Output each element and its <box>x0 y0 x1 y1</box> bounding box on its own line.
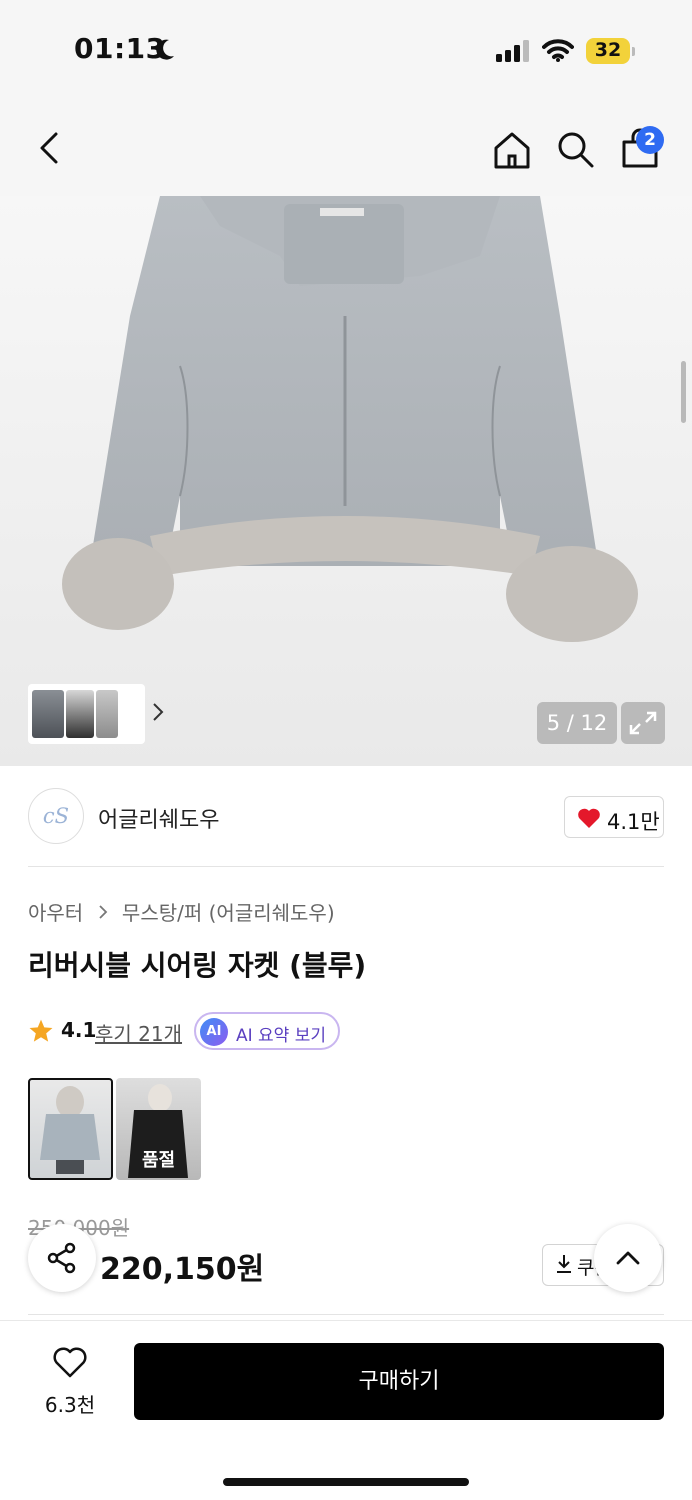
rating-value: 4.1 <box>61 1018 97 1042</box>
gallery-scroll-indicator <box>681 361 686 423</box>
ai-summary-label: AI 요약 보기 <box>236 1026 327 1046</box>
brand-logo[interactable]: cS <box>28 788 84 844</box>
product-jacket-image <box>62 196 638 642</box>
breadcrumb-subcategory[interactable]: 무스탕/퍼 (어글리쉐도우) <box>122 897 335 926</box>
variant-black[interactable]: 품절 <box>116 1078 201 1180</box>
ai-badge-icon: AI <box>200 1018 228 1046</box>
product-title: 리버시블 시어링 자켓 (블루) <box>28 949 367 982</box>
cart-count-badge: 2 <box>636 126 664 154</box>
status-time: 01:13 <box>74 32 166 65</box>
home-indicator <box>223 1478 469 1486</box>
wishlist-button[interactable]: 6.3천 <box>34 1345 106 1417</box>
rating-row: 4.1 후기 21개 AI AI 요약 보기 <box>28 1012 668 1050</box>
wifi-icon <box>542 39 574 62</box>
share-button[interactable] <box>28 1224 96 1292</box>
breadcrumb-category[interactable]: 아우터 <box>28 897 83 926</box>
thumbnail-image <box>32 690 64 738</box>
sale-price: 220,150원 <box>100 1252 265 1287</box>
download-icon <box>557 1255 571 1273</box>
expand-icon <box>629 711 657 735</box>
status-bar: 01:13 32 <box>0 0 692 100</box>
brand-like-count: 4.1만 <box>607 810 660 834</box>
cellular-signal-icon <box>496 40 529 62</box>
fullscreen-button[interactable] <box>621 702 665 744</box>
chevron-right-icon <box>98 904 107 919</box>
brand-like-button[interactable]: 4.1만 <box>564 796 664 838</box>
ai-summary-button[interactable]: AI AI 요약 보기 <box>194 1012 340 1050</box>
moon-icon <box>156 39 174 60</box>
product-image-gallery[interactable]: 5 / 12 <box>0 196 692 766</box>
buy-button[interactable]: 구매하기 <box>134 1343 664 1420</box>
battery-indicator: 32 <box>586 38 635 64</box>
star-icon <box>29 1019 53 1042</box>
section-border <box>28 1314 664 1315</box>
thumbnail-image <box>66 690 94 738</box>
battery-level: 32 <box>594 39 622 61</box>
breadcrumb: 아우터 무스탕/퍼 (어글리쉐도우) <box>28 897 335 926</box>
review-count-link[interactable]: 후기 21개 <box>95 1018 182 1047</box>
gallery-thumbnail-strip[interactable] <box>28 684 164 744</box>
variant-image <box>40 1086 100 1174</box>
chevron-up-icon <box>616 1251 640 1265</box>
search-icon[interactable] <box>556 130 596 170</box>
heart-filled-icon <box>578 808 600 828</box>
thumbnail-image <box>96 690 118 738</box>
divider <box>28 866 664 867</box>
chevron-right-icon <box>153 703 164 721</box>
share-icon <box>47 1242 76 1274</box>
gallery-page-counter: 5 / 12 <box>537 702 617 744</box>
brand-name[interactable]: 어글리쉐도우 <box>98 802 219 834</box>
brand-row: cS 어글리쉐도우 4.1만 <box>28 786 664 848</box>
app-header <box>0 100 692 196</box>
bottom-action-bar: 6.3천 구매하기 <box>0 1320 692 1500</box>
home-icon[interactable] <box>492 130 532 170</box>
scroll-to-top-button[interactable] <box>594 1224 662 1292</box>
back-icon[interactable] <box>34 130 64 166</box>
variant-blue[interactable] <box>28 1078 113 1180</box>
wishlist-count: 6.3천 <box>44 1393 96 1417</box>
heart-outline-icon <box>53 1347 87 1378</box>
soldout-label: 품절 <box>141 1150 176 1171</box>
